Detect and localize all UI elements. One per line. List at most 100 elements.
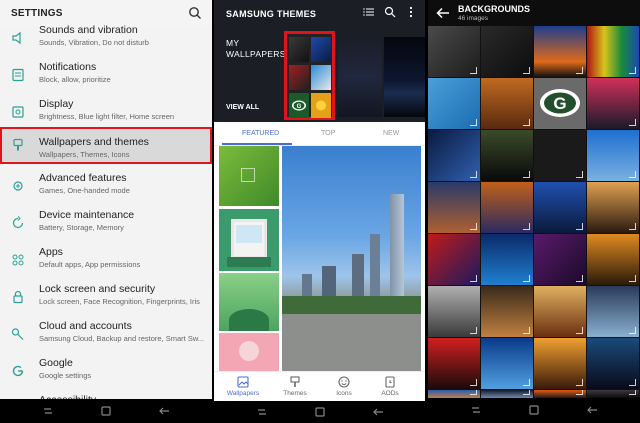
expand-icon bbox=[470, 327, 477, 334]
background-thumbnail[interactable] bbox=[534, 338, 586, 389]
navigation-bar bbox=[214, 401, 425, 423]
expand-icon bbox=[629, 275, 636, 282]
search-icon[interactable] bbox=[188, 6, 202, 20]
expand-icon bbox=[576, 379, 583, 386]
navigation-bar bbox=[428, 398, 640, 423]
recents-icon[interactable] bbox=[256, 407, 268, 417]
wallpaper-thumb[interactable] bbox=[289, 37, 309, 62]
packers-logo-icon: G bbox=[540, 89, 580, 117]
background-thumbnail[interactable] bbox=[481, 234, 533, 285]
svg-text:G: G bbox=[553, 94, 566, 113]
background-thumbnail[interactable] bbox=[481, 78, 533, 129]
wallpaper-thumb[interactable] bbox=[311, 65, 331, 90]
settings-item-wallpapers-and-themes[interactable]: Wallpapers and themes Wallpapers, Themes… bbox=[0, 127, 212, 164]
background-thumbnail[interactable] bbox=[534, 182, 586, 233]
background-thumbnail[interactable] bbox=[587, 390, 639, 398]
back-icon[interactable] bbox=[586, 405, 598, 415]
home-icon[interactable] bbox=[100, 406, 112, 416]
tab-new[interactable]: NEW bbox=[383, 130, 399, 137]
wallpaper-card[interactable] bbox=[219, 146, 279, 206]
background-thumbnail[interactable] bbox=[428, 286, 480, 337]
brush-icon bbox=[290, 376, 300, 387]
background-thumbnail[interactable] bbox=[534, 286, 586, 337]
wallpaper-card-large[interactable] bbox=[282, 146, 421, 371]
background-thumbnail[interactable] bbox=[428, 78, 480, 129]
lock-icon bbox=[13, 290, 23, 304]
background-thumbnail[interactable] bbox=[587, 234, 639, 285]
background-thumbnail[interactable] bbox=[534, 390, 586, 398]
settings-item-notifications[interactable]: Notifications Block, allow, prioritize bbox=[0, 57, 212, 94]
settings-item-subtitle: Samsung Cloud, Backup and restore, Smart… bbox=[39, 334, 205, 343]
expand-icon bbox=[470, 223, 477, 230]
settings-item-title: Advanced features bbox=[39, 172, 127, 184]
expand-icon bbox=[576, 223, 583, 230]
background-thumbnail[interactable] bbox=[534, 130, 586, 181]
settings-item-title: Wallpapers and themes bbox=[39, 136, 149, 148]
wallpaper-thumb[interactable] bbox=[311, 37, 331, 62]
wallpaper-card[interactable] bbox=[219, 333, 279, 371]
settings-item-apps[interactable]: Apps Default apps, App permissions bbox=[0, 242, 212, 279]
expand-icon bbox=[470, 379, 477, 386]
settings-item-title: Device maintenance bbox=[39, 209, 135, 221]
wallpaper-preview[interactable] bbox=[384, 37, 425, 117]
wallpaper-thumb[interactable]: G bbox=[289, 93, 309, 118]
background-thumbnail[interactable] bbox=[428, 390, 480, 398]
background-thumbnail[interactable] bbox=[587, 286, 639, 337]
background-thumbnail[interactable] bbox=[481, 130, 533, 181]
background-thumbnail[interactable] bbox=[534, 26, 586, 77]
background-thumbnail[interactable] bbox=[587, 130, 639, 181]
navigation-bar bbox=[0, 399, 212, 423]
search-icon[interactable] bbox=[384, 6, 396, 18]
back-icon[interactable] bbox=[158, 406, 170, 416]
wallpaper-preview[interactable] bbox=[338, 37, 382, 117]
tab-featured[interactable]: FEATURED bbox=[242, 130, 279, 137]
home-icon[interactable] bbox=[314, 407, 326, 417]
wallpaper-card[interactable] bbox=[219, 209, 279, 271]
back-icon[interactable] bbox=[372, 407, 384, 417]
background-thumbnail[interactable] bbox=[428, 26, 480, 77]
view-all-link[interactable]: VIEW ALL bbox=[226, 104, 259, 111]
background-thumbnail[interactable] bbox=[481, 390, 533, 398]
back-arrow-icon[interactable] bbox=[436, 7, 450, 19]
wallpaper-thumb[interactable] bbox=[311, 93, 331, 118]
home-icon[interactable] bbox=[528, 405, 540, 415]
background-thumbnail[interactable] bbox=[428, 182, 480, 233]
my-wallpapers-thumbnail-highlight[interactable]: G bbox=[284, 31, 335, 120]
nav-aods[interactable]: AODs bbox=[364, 374, 416, 397]
settings-item-cloud-and-accounts[interactable]: Cloud and accounts Samsung Cloud, Backup… bbox=[0, 316, 212, 353]
more-options-icon[interactable] bbox=[405, 6, 417, 18]
tab-top[interactable]: TOP bbox=[321, 130, 335, 137]
backgrounds-panel: BACKGROUNDS 46 images G bbox=[428, 0, 640, 423]
wallpaper-thumb[interactable] bbox=[289, 65, 309, 90]
recents-icon[interactable] bbox=[470, 405, 482, 415]
settings-item-advanced-features[interactable]: Advanced features Games, One-handed mode bbox=[0, 168, 212, 205]
background-thumbnail[interactable] bbox=[587, 26, 639, 77]
nav-wallpapers[interactable]: Wallpapers bbox=[217, 374, 269, 397]
background-thumbnail[interactable]: G bbox=[534, 78, 586, 129]
expand-icon bbox=[629, 379, 636, 386]
background-thumbnail[interactable] bbox=[481, 182, 533, 233]
background-thumbnail[interactable] bbox=[428, 130, 480, 181]
background-thumbnail[interactable] bbox=[428, 338, 480, 389]
settings-item-display[interactable]: Display Brightness, Blue light filter, H… bbox=[0, 94, 212, 131]
background-thumbnail[interactable] bbox=[587, 182, 639, 233]
settings-title: SETTINGS bbox=[11, 8, 63, 19]
background-thumbnail[interactable] bbox=[587, 78, 639, 129]
background-thumbnail[interactable] bbox=[481, 338, 533, 389]
background-thumbnail[interactable] bbox=[587, 338, 639, 389]
wallpaper-card[interactable] bbox=[219, 273, 279, 331]
settings-item-lock-screen[interactable]: Lock screen and security Lock screen, Fa… bbox=[0, 279, 212, 316]
settings-item-google[interactable]: Google Google settings bbox=[0, 353, 212, 390]
background-thumbnail[interactable] bbox=[481, 286, 533, 337]
background-thumbnail[interactable] bbox=[428, 234, 480, 285]
background-thumbnail[interactable] bbox=[534, 234, 586, 285]
settings-item-device-maintenance[interactable]: Device maintenance Battery, Storage, Mem… bbox=[0, 205, 212, 242]
recents-icon[interactable] bbox=[42, 406, 54, 416]
nav-themes[interactable]: Themes bbox=[269, 374, 321, 397]
nav-label: Themes bbox=[283, 390, 307, 397]
background-thumbnail[interactable] bbox=[481, 26, 533, 77]
settings-item-sounds[interactable]: Sounds and vibration Sounds, Vibration, … bbox=[0, 20, 212, 57]
nav-icons[interactable]: Icons bbox=[318, 374, 370, 397]
list-icon[interactable] bbox=[363, 6, 375, 18]
expand-icon bbox=[523, 119, 530, 126]
